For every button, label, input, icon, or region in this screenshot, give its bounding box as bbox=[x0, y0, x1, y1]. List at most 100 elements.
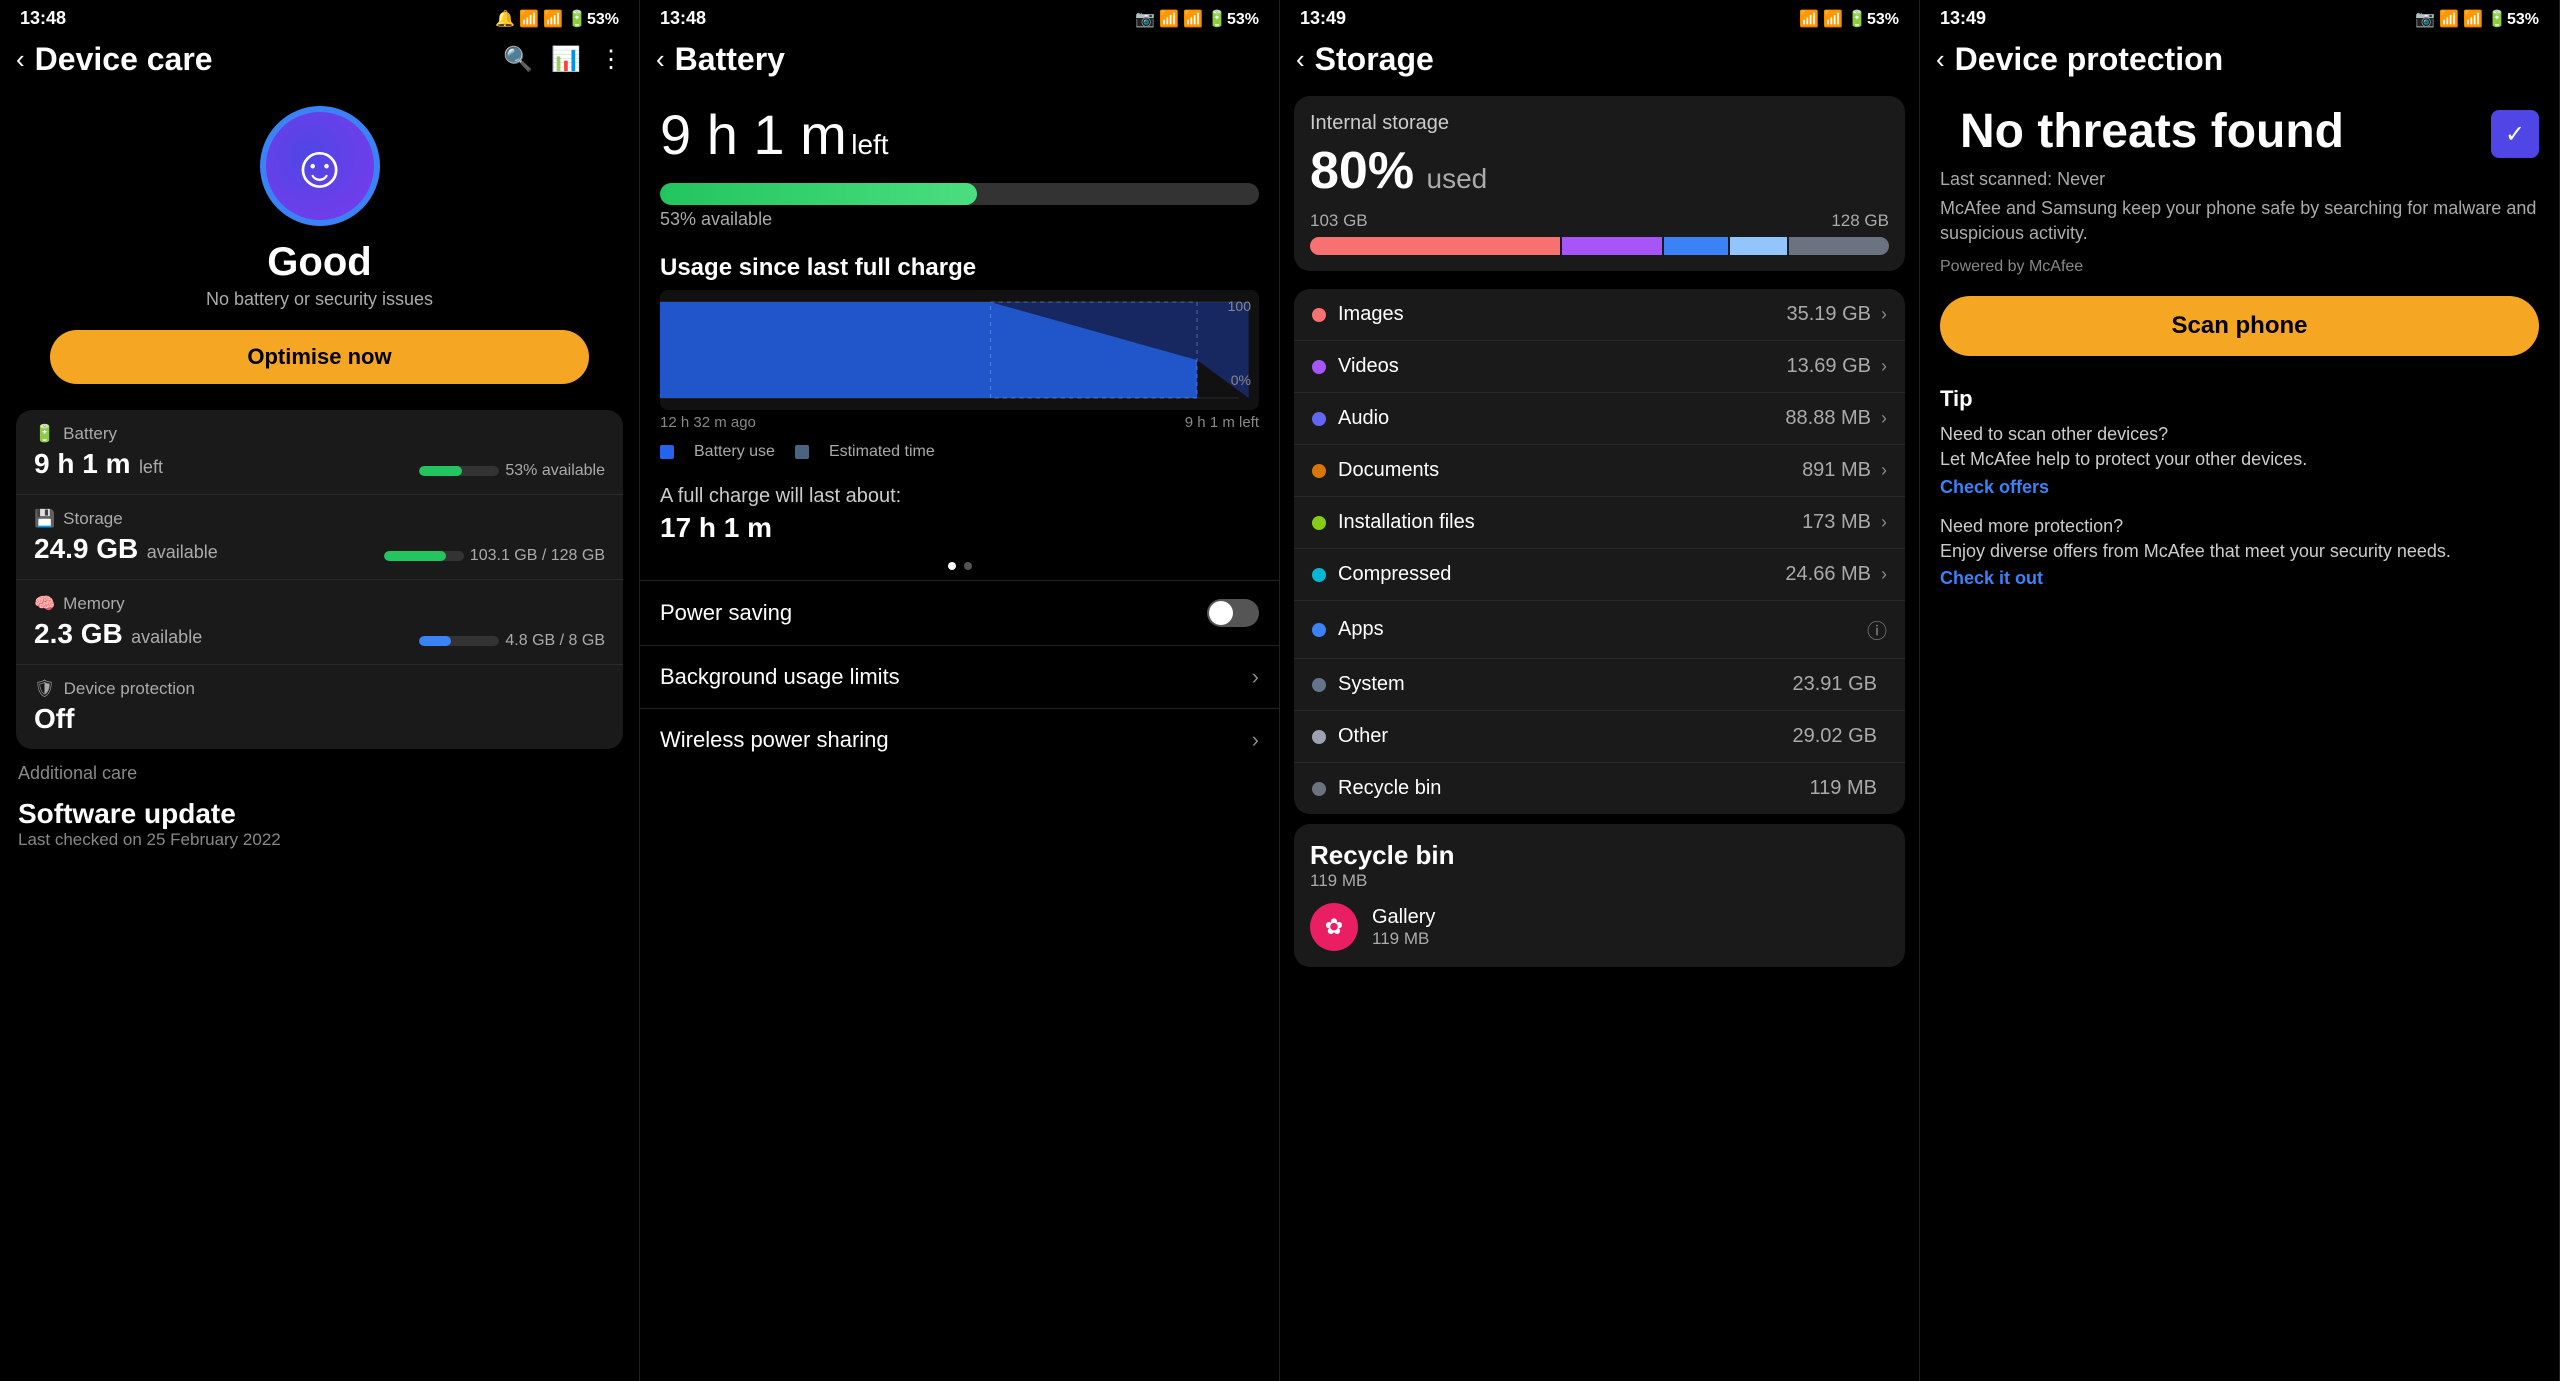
battery-label: 🔋 Battery bbox=[34, 424, 605, 444]
battery-time-big: 9 h 1 m bbox=[660, 103, 847, 166]
storage-value: 24.9 GB available bbox=[34, 533, 218, 565]
gallery-app-name: Gallery bbox=[1372, 906, 1435, 929]
compressed-row[interactable]: Compressed 24.66 MB › bbox=[1294, 549, 1905, 601]
battery-care-item[interactable]: 🔋 Battery 9 h 1 m left 53% available bbox=[16, 410, 623, 495]
battery-icon-small: 🔋 bbox=[34, 424, 55, 444]
gallery-icon: ✿ bbox=[1310, 903, 1358, 951]
storage-care-item[interactable]: 💾 Storage 24.9 GB available 103.1 GB / 1… bbox=[16, 495, 623, 580]
chart-icon-1[interactable]: 📊 bbox=[551, 45, 581, 74]
apps-row[interactable]: Apps ⓘ bbox=[1294, 601, 1905, 659]
documents-row[interactable]: Documents 891 MB › bbox=[1294, 445, 1905, 497]
back-button-3[interactable]: ‹ bbox=[1296, 44, 1305, 75]
videos-row[interactable]: Videos 13.69 GB › bbox=[1294, 341, 1905, 393]
installation-size: 173 MB bbox=[1802, 511, 1871, 534]
recycle-size: 119 MB bbox=[1810, 777, 1877, 800]
chart-legend: Battery use Estimated time bbox=[640, 435, 1279, 469]
check-it-out-link[interactable]: Check it out bbox=[1940, 568, 2539, 589]
storage-total-gb: 128 GB bbox=[1831, 211, 1889, 231]
recycle-name: Recycle bin bbox=[1338, 777, 1810, 800]
estimated-time-label: Estimated time bbox=[829, 443, 935, 461]
battery-progress-fill bbox=[660, 183, 977, 205]
chart-max-label: 100 bbox=[1228, 298, 1251, 314]
tip-label: Tip bbox=[1940, 386, 2539, 412]
battery-status-icon: 🔋53% bbox=[567, 9, 619, 29]
estimated-time-dot bbox=[795, 445, 809, 459]
check-offers-link[interactable]: Check offers bbox=[1940, 477, 2539, 498]
status-bar-2: 13:48 📷 📶 📶 🔋53% bbox=[640, 0, 1279, 33]
power-saving-row[interactable]: Power saving bbox=[640, 580, 1279, 645]
battery-use-label: Battery use bbox=[694, 443, 775, 461]
wifi-icon-3: 📶 bbox=[1799, 9, 1819, 29]
recycle-gallery-item[interactable]: ✿ Gallery 119 MB bbox=[1310, 903, 1889, 951]
documents-dot bbox=[1312, 464, 1326, 478]
wireless-power-row[interactable]: Wireless power sharing › bbox=[640, 708, 1279, 771]
battery-sub: 53% available bbox=[505, 462, 605, 480]
installation-chevron: › bbox=[1881, 512, 1887, 533]
battery-mini-fill bbox=[419, 466, 461, 476]
software-update-item[interactable]: Software update Last checked on 25 Febru… bbox=[0, 790, 639, 858]
full-charge-time: 17 h 1 m bbox=[660, 512, 1259, 544]
panel-device-protection: 13:49 📷 📶 📶 🔋53% ‹ Device protection No … bbox=[1920, 0, 2560, 1381]
back-button-4[interactable]: ‹ bbox=[1936, 44, 1945, 75]
battery-status-icon-4: 🔋53% bbox=[2487, 9, 2539, 29]
wifi-icon: 📶 bbox=[519, 9, 539, 29]
videos-dot bbox=[1312, 360, 1326, 374]
chart-start-label: 12 h 32 m ago bbox=[660, 414, 756, 431]
storage-bar-visual bbox=[1310, 237, 1889, 255]
storage-summary-card: Internal storage 80% used 103 GB 128 GB bbox=[1294, 96, 1905, 271]
storage-pct-row: 80% used bbox=[1310, 141, 1889, 201]
photo-icon-4: 📷 bbox=[2415, 9, 2435, 29]
status-icons-3: 📶 📶 🔋53% bbox=[1799, 9, 1899, 29]
signal-icon-4: 📶 bbox=[2463, 9, 2483, 29]
tip2-text: Enjoy diverse offers from McAfee that me… bbox=[1940, 539, 2539, 564]
images-chevron: › bbox=[1881, 304, 1887, 325]
recycle-bin-row: Recycle bin 119 MB bbox=[1294, 763, 1905, 814]
more-icon-1[interactable]: ⋮ bbox=[599, 45, 623, 74]
battery-row: 9 h 1 m left 53% available bbox=[34, 448, 605, 480]
care-items-section: 🔋 Battery 9 h 1 m left 53% available 💾 bbox=[16, 410, 623, 749]
dot-1 bbox=[948, 562, 956, 570]
memory-mini-bar bbox=[419, 636, 499, 646]
battery-status-icon-2: 🔋53% bbox=[1207, 9, 1259, 29]
images-row[interactable]: Images 35.19 GB › bbox=[1294, 289, 1905, 341]
memory-icon-small: 🧠 bbox=[34, 594, 55, 614]
chart-end-label: 9 h 1 m left bbox=[1185, 414, 1259, 431]
system-name: System bbox=[1338, 673, 1792, 696]
bg-usage-label: Background usage limits bbox=[660, 664, 900, 690]
documents-name: Documents bbox=[1338, 459, 1802, 482]
dp-description: McAfee and Samsung keep your phone safe … bbox=[1920, 190, 2559, 252]
wireless-power-chevron: › bbox=[1252, 727, 1259, 753]
health-icon: ☺ bbox=[260, 106, 380, 226]
apps-info-icon[interactable]: ⓘ bbox=[1867, 615, 1887, 644]
power-saving-toggle[interactable] bbox=[1207, 599, 1259, 627]
back-button-1[interactable]: ‹ bbox=[16, 44, 25, 75]
apps-dot bbox=[1312, 623, 1326, 637]
recycle-app-info: Gallery 119 MB bbox=[1372, 906, 1435, 949]
battery-bar-right: 53% available bbox=[419, 462, 605, 480]
memory-bar-right: 4.8 GB / 8 GB bbox=[419, 632, 605, 650]
chart-svg bbox=[660, 290, 1259, 410]
protection-icon-small: 🛡 bbox=[34, 679, 56, 699]
battery-mini-bar bbox=[419, 466, 499, 476]
back-button-2[interactable]: ‹ bbox=[656, 44, 665, 75]
additional-care-label: Additional care bbox=[0, 749, 639, 790]
storage-used-label: used bbox=[1427, 163, 1488, 194]
protection-care-item[interactable]: 🛡 Device protection Off bbox=[16, 665, 623, 749]
compressed-size: 24.66 MB bbox=[1785, 563, 1871, 586]
audio-row[interactable]: Audio 88.88 MB › bbox=[1294, 393, 1905, 445]
videos-size: 13.69 GB bbox=[1786, 355, 1871, 378]
optimise-button[interactable]: Optimise now bbox=[50, 330, 589, 384]
installation-row[interactable]: Installation files 173 MB › bbox=[1294, 497, 1905, 549]
memory-care-item[interactable]: 🧠 Memory 2.3 GB available 4.8 GB / 8 GB bbox=[16, 580, 623, 665]
search-icon-1[interactable]: 🔍 bbox=[503, 45, 533, 74]
scan-phone-button[interactable]: Scan phone bbox=[1940, 296, 2539, 356]
battery-value: 9 h 1 m left bbox=[34, 448, 163, 480]
memory-label: 🧠 Memory bbox=[34, 594, 605, 614]
memory-value: 2.3 GB available bbox=[34, 618, 202, 650]
status-icons-2: 📷 📶 📶 🔋53% bbox=[1135, 9, 1259, 29]
tip2-title: Need more protection? bbox=[1940, 514, 2539, 539]
system-row: System 23.91 GB bbox=[1294, 659, 1905, 711]
smiley-face-icon: ☺ bbox=[289, 132, 350, 201]
dp-title-row: No threats found ✓ bbox=[1920, 86, 2559, 159]
bg-usage-row[interactable]: Background usage limits › bbox=[640, 645, 1279, 708]
